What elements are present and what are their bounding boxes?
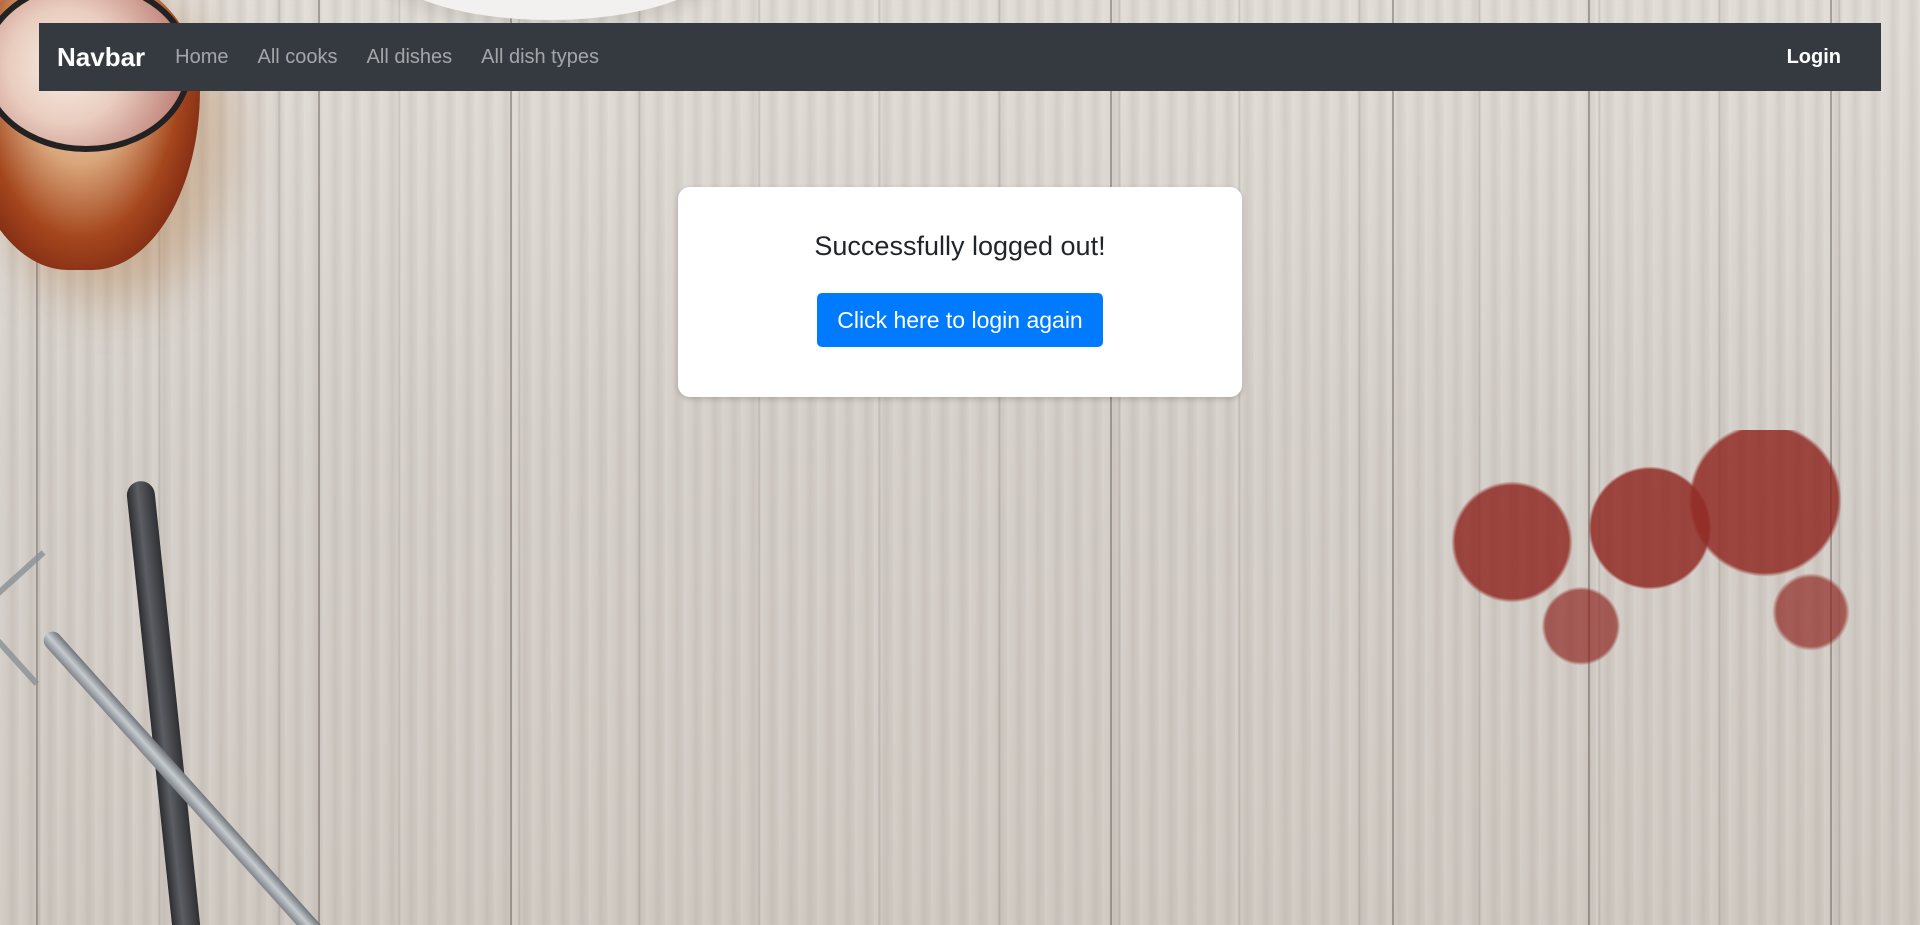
- login-again-button[interactable]: Click here to login again: [817, 293, 1103, 347]
- nav-links: Home All cooks All dishes All dish types: [175, 46, 628, 69]
- fork-tines-image: [0, 550, 106, 686]
- navbar-brand[interactable]: Navbar: [57, 42, 145, 73]
- nav-link-all-cooks[interactable]: All cooks: [258, 46, 338, 69]
- plate-image: [380, 0, 720, 20]
- logout-message: Successfully logged out!: [814, 231, 1106, 261]
- logout-message-card: Successfully logged out! Click here to l…: [678, 187, 1242, 397]
- wood-plank-line: [1110, 0, 1112, 925]
- nav-link-all-dish-types[interactable]: All dish types: [481, 46, 599, 69]
- top-navbar: Navbar Home All cooks All dishes All dis…: [39, 23, 1881, 91]
- nav-right: Login: [1787, 46, 1841, 69]
- login-link[interactable]: Login: [1787, 46, 1841, 68]
- wood-plank-line: [1392, 0, 1394, 925]
- nav-link-all-dishes[interactable]: All dishes: [367, 46, 453, 69]
- wood-plank-line: [510, 0, 512, 925]
- knife-image: [125, 479, 203, 925]
- nav-link-home[interactable]: Home: [175, 46, 228, 69]
- wood-plank-line: [318, 0, 320, 925]
- cow-painting-image: [1420, 430, 1880, 710]
- page: { "navbar": { "brand": "Navbar", "links"…: [0, 0, 1920, 925]
